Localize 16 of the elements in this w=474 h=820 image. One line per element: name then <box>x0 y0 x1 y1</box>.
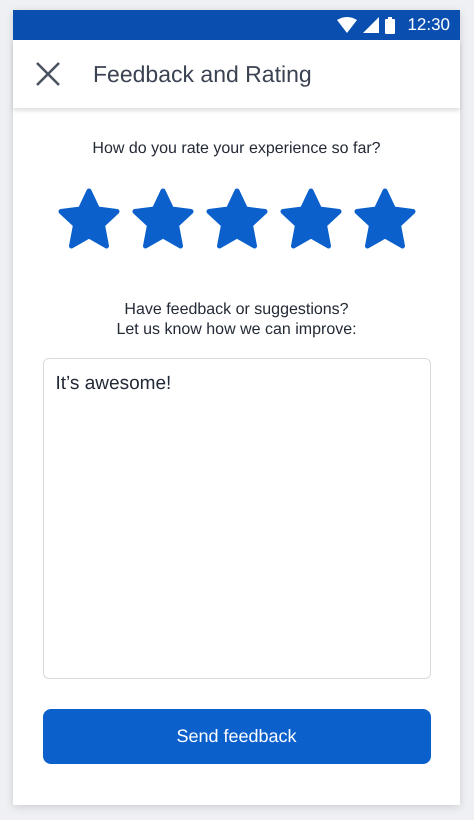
star-filled-icon[interactable] <box>130 188 196 250</box>
feedback-prompt: Have feedback or suggestions? Let us know how we can improve: <box>116 300 357 340</box>
wifi-icon <box>337 17 358 33</box>
screen-title: Feedback and Rating <box>93 60 312 88</box>
status-time: 12:30 <box>407 15 450 35</box>
feedback-input-field[interactable]: It’s awesome! <box>42 358 430 679</box>
send-feedback-button[interactable]: Send feedback <box>42 709 430 764</box>
star-filled-icon[interactable] <box>204 188 270 250</box>
star-filled-icon[interactable] <box>278 188 344 250</box>
star-filled-icon[interactable] <box>56 188 122 250</box>
star-filled-icon[interactable] <box>352 188 418 250</box>
close-button[interactable] <box>34 60 62 88</box>
battery-icon <box>385 16 396 34</box>
close-icon <box>34 60 62 88</box>
signal-icon <box>363 17 380 33</box>
rating-question: How do you rate your experience so far? <box>92 140 381 158</box>
